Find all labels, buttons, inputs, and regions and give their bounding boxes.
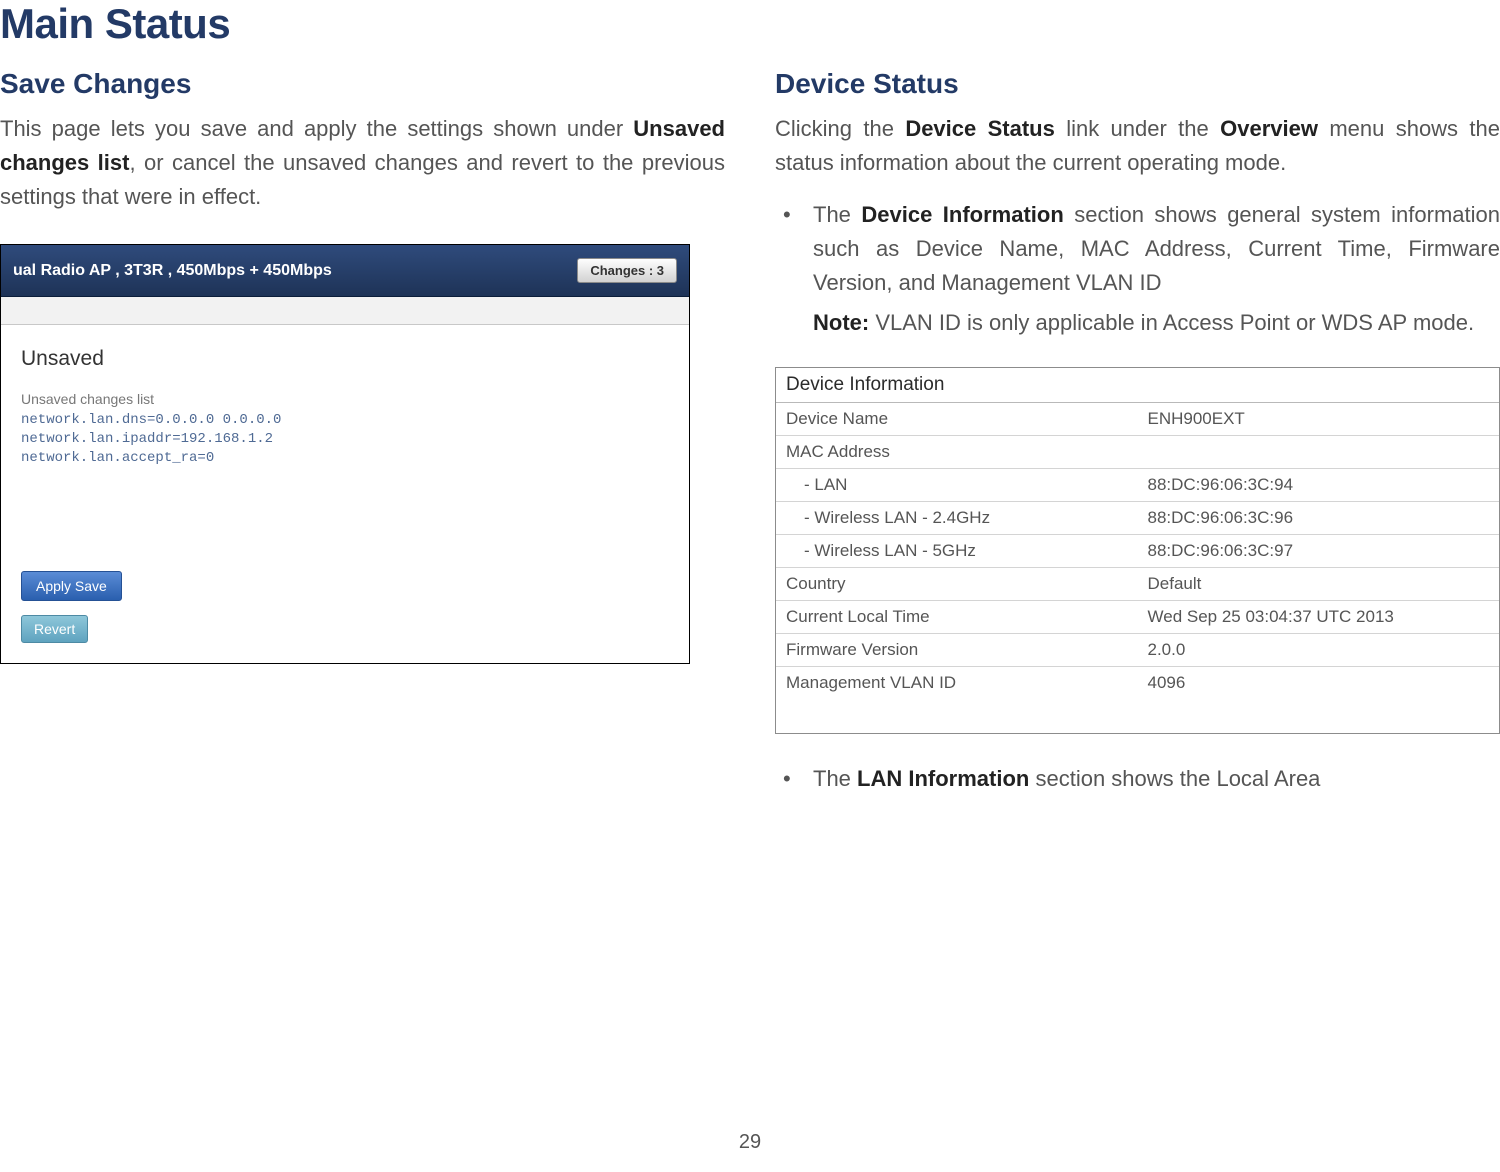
table-cell-value: 88:DC:96:06:3C:96 (1138, 501, 1500, 534)
table-cell-label: Device Name (776, 403, 1138, 436)
table-cell-label: MAC Address (776, 435, 1138, 468)
table-cell-value: 88:DC:96:06:3C:97 (1138, 534, 1500, 567)
text: section shows the Local Area (1029, 766, 1320, 791)
table-cell-value: Default (1138, 567, 1500, 600)
table-cell-label: Management VLAN ID (776, 666, 1138, 699)
device-information-table: Device Information Device NameENH900EXTM… (775, 367, 1500, 734)
table-row: MAC Address (776, 435, 1499, 468)
note-text: VLAN ID is only applicable in Access Poi… (869, 310, 1474, 335)
left-column: Save Changes This page lets you save and… (0, 58, 725, 806)
device-status-heading: Device Status (775, 68, 1500, 100)
bullet-lan-information: The LAN Information section shows the Lo… (775, 762, 1500, 796)
text: The (813, 766, 857, 791)
text-bold: Overview (1220, 116, 1318, 141)
table-cell-label: Firmware Version (776, 633, 1138, 666)
right-column: Device Status Clicking the Device Status… (775, 58, 1500, 806)
page-title: Main Status (0, 0, 1500, 48)
text-bold: Device Status (905, 116, 1055, 141)
table-cell-label: Country (776, 567, 1138, 600)
page-number: 29 (739, 1131, 761, 1154)
text: Clicking the (775, 116, 905, 141)
save-changes-paragraph: This page lets you save and apply the se… (0, 112, 725, 214)
window-title: ual Radio AP , 3T3R , 450Mbps + 450Mbps (13, 262, 332, 280)
unsaved-heading: Unsaved (21, 347, 669, 371)
table-row: Device NameENH900EXT (776, 403, 1499, 436)
table-cell-label: Current Local Time (776, 600, 1138, 633)
table-row: - LAN88:DC:96:06:3C:94 (776, 468, 1499, 501)
save-changes-heading: Save Changes (0, 68, 725, 100)
table-cell-value: 4096 (1138, 666, 1500, 699)
table-row: - Wireless LAN - 5GHz88:DC:96:06:3C:97 (776, 534, 1499, 567)
table-cell-value: 2.0.0 (1138, 633, 1500, 666)
revert-button[interactable]: Revert (21, 615, 88, 643)
changes-button[interactable]: Changes : 3 (577, 258, 677, 283)
text: link under the (1055, 116, 1220, 141)
text: This page lets you save and apply the se… (0, 116, 633, 141)
table-row: CountryDefault (776, 567, 1499, 600)
text-bold: Device Information (861, 202, 1063, 227)
text-bold: LAN Information (857, 766, 1029, 791)
table-row: Firmware Version2.0.0 (776, 633, 1499, 666)
table-row: Management VLAN ID4096 (776, 666, 1499, 699)
table-row: Current Local TimeWed Sep 25 03:04:37 UT… (776, 600, 1499, 633)
unsaved-changes-screenshot: ual Radio AP , 3T3R , 450Mbps + 450Mbps … (0, 244, 690, 664)
table-cell-value: Wed Sep 25 03:04:37 UTC 2013 (1138, 600, 1500, 633)
window-title-bar: ual Radio AP , 3T3R , 450Mbps + 450Mbps … (1, 245, 689, 297)
window-body: Unsaved Unsaved changes list network.lan… (1, 325, 689, 559)
table-cell-value: ENH900EXT (1138, 403, 1500, 436)
table-cell-value (1138, 435, 1500, 468)
table-cell-label: - Wireless LAN - 5GHz (776, 534, 1138, 567)
table-header: Device Information (776, 368, 1499, 403)
table-cell-label: - LAN (776, 468, 1138, 501)
table-row: - Wireless LAN - 2.4GHz88:DC:96:06:3C:96 (776, 501, 1499, 534)
window-tabs-strip (1, 297, 689, 325)
note-label: Note: (813, 310, 869, 335)
unsaved-list: network.lan.dns=0.0.0.0 0.0.0.0 network.… (21, 411, 669, 468)
unsaved-list-header: Unsaved changes list (21, 391, 669, 407)
text: The (813, 202, 861, 227)
table-cell-value: 88:DC:96:06:3C:94 (1138, 468, 1500, 501)
apply-save-button[interactable]: Apply Save (21, 571, 122, 601)
table-cell-label: - Wireless LAN - 2.4GHz (776, 501, 1138, 534)
device-status-paragraph: Clicking the Device Status link under th… (775, 112, 1500, 180)
bullet-device-information: The Device Information section shows gen… (775, 198, 1500, 340)
